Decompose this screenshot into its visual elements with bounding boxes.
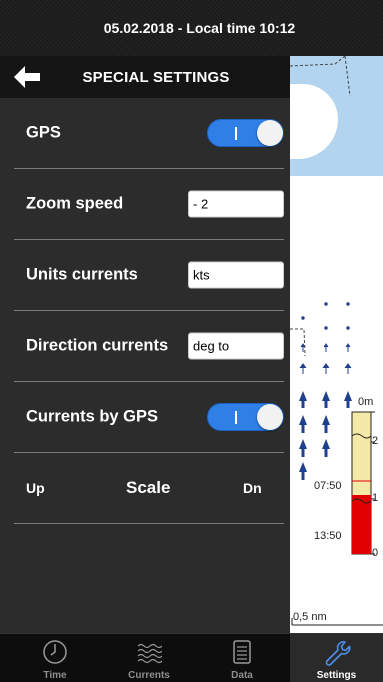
tide-axis-label-2: 2 bbox=[372, 435, 379, 447]
tab-time-label: Time bbox=[43, 670, 67, 681]
currents-by-gps-label: Currents by GPS bbox=[26, 407, 159, 426]
status-bar: 05.02.2018 - Local time 10:12 bbox=[0, 0, 383, 56]
tab-settings[interactable]: Settings bbox=[290, 634, 383, 682]
gps-label: GPS bbox=[26, 123, 61, 142]
tab-data[interactable]: Data bbox=[194, 634, 290, 682]
clock-icon bbox=[43, 640, 67, 664]
zoom-speed-input[interactable]: - 2 bbox=[188, 190, 284, 218]
map-overlay bbox=[290, 56, 383, 626]
tab-settings-label: Settings bbox=[316, 670, 357, 681]
zoom-speed-label: Zoom speed bbox=[26, 194, 124, 213]
toggle-on-mark bbox=[235, 411, 237, 424]
toggle-knob bbox=[257, 120, 283, 146]
setting-row-units-currents: Units currents kts bbox=[14, 240, 284, 311]
tab-bar: Time Currents Data Settings bbox=[0, 633, 383, 682]
direction-currents-label: Direction currents bbox=[26, 336, 169, 355]
currents-by-gps-toggle[interactable] bbox=[207, 403, 284, 431]
tide-time-low: 13:50 bbox=[314, 530, 342, 542]
setting-row-currents-by-gps: Currents by GPS bbox=[14, 382, 284, 453]
tab-data-label: Data bbox=[231, 670, 253, 681]
map-scale-label: 0,5 nm bbox=[293, 611, 327, 623]
scale-down-button[interactable]: Dn bbox=[243, 480, 262, 496]
date-time-text: 05.02.2018 - Local time 10:12 bbox=[103, 20, 296, 36]
units-currents-input[interactable]: kts bbox=[188, 261, 284, 289]
wrench-icon bbox=[325, 641, 350, 666]
panel-header: SPECIAL SETTINGS bbox=[0, 56, 290, 98]
direction-currents-input[interactable]: deg to bbox=[188, 332, 284, 360]
panel-title: SPECIAL SETTINGS bbox=[82, 68, 230, 86]
setting-row-gps: GPS bbox=[14, 98, 284, 169]
scale-up-button[interactable]: Up bbox=[26, 480, 45, 496]
document-icon bbox=[233, 640, 251, 664]
tab-currents[interactable]: Currents bbox=[101, 634, 197, 682]
units-currents-label: Units currents bbox=[26, 265, 138, 284]
setting-row-direction-currents: Direction currents deg to bbox=[14, 311, 284, 382]
tab-currents-label: Currents bbox=[128, 670, 170, 681]
tide-top-label: 0m bbox=[358, 396, 374, 408]
setting-row-zoom-speed: Zoom speed - 2 bbox=[14, 169, 284, 240]
tab-time[interactable]: Time bbox=[7, 634, 103, 682]
gps-toggle[interactable] bbox=[207, 119, 284, 147]
scale-label: Scale bbox=[126, 478, 171, 497]
toggle-knob bbox=[257, 404, 283, 430]
waves-icon bbox=[137, 643, 162, 664]
tide-axis-label-0: 0 bbox=[372, 547, 379, 559]
tide-time-high: 07:50 bbox=[314, 480, 342, 492]
chart-map[interactable]: 0m 2 1 0 07:50 13:50 0,5 nm bbox=[290, 56, 383, 633]
toggle-on-mark bbox=[235, 127, 237, 140]
tide-axis-label-1: 1 bbox=[372, 492, 379, 504]
settings-panel: SPECIAL SETTINGS GPS Zoom speed - 2 Unit… bbox=[0, 56, 290, 633]
scale-row: Up Scale Dn bbox=[14, 453, 284, 524]
